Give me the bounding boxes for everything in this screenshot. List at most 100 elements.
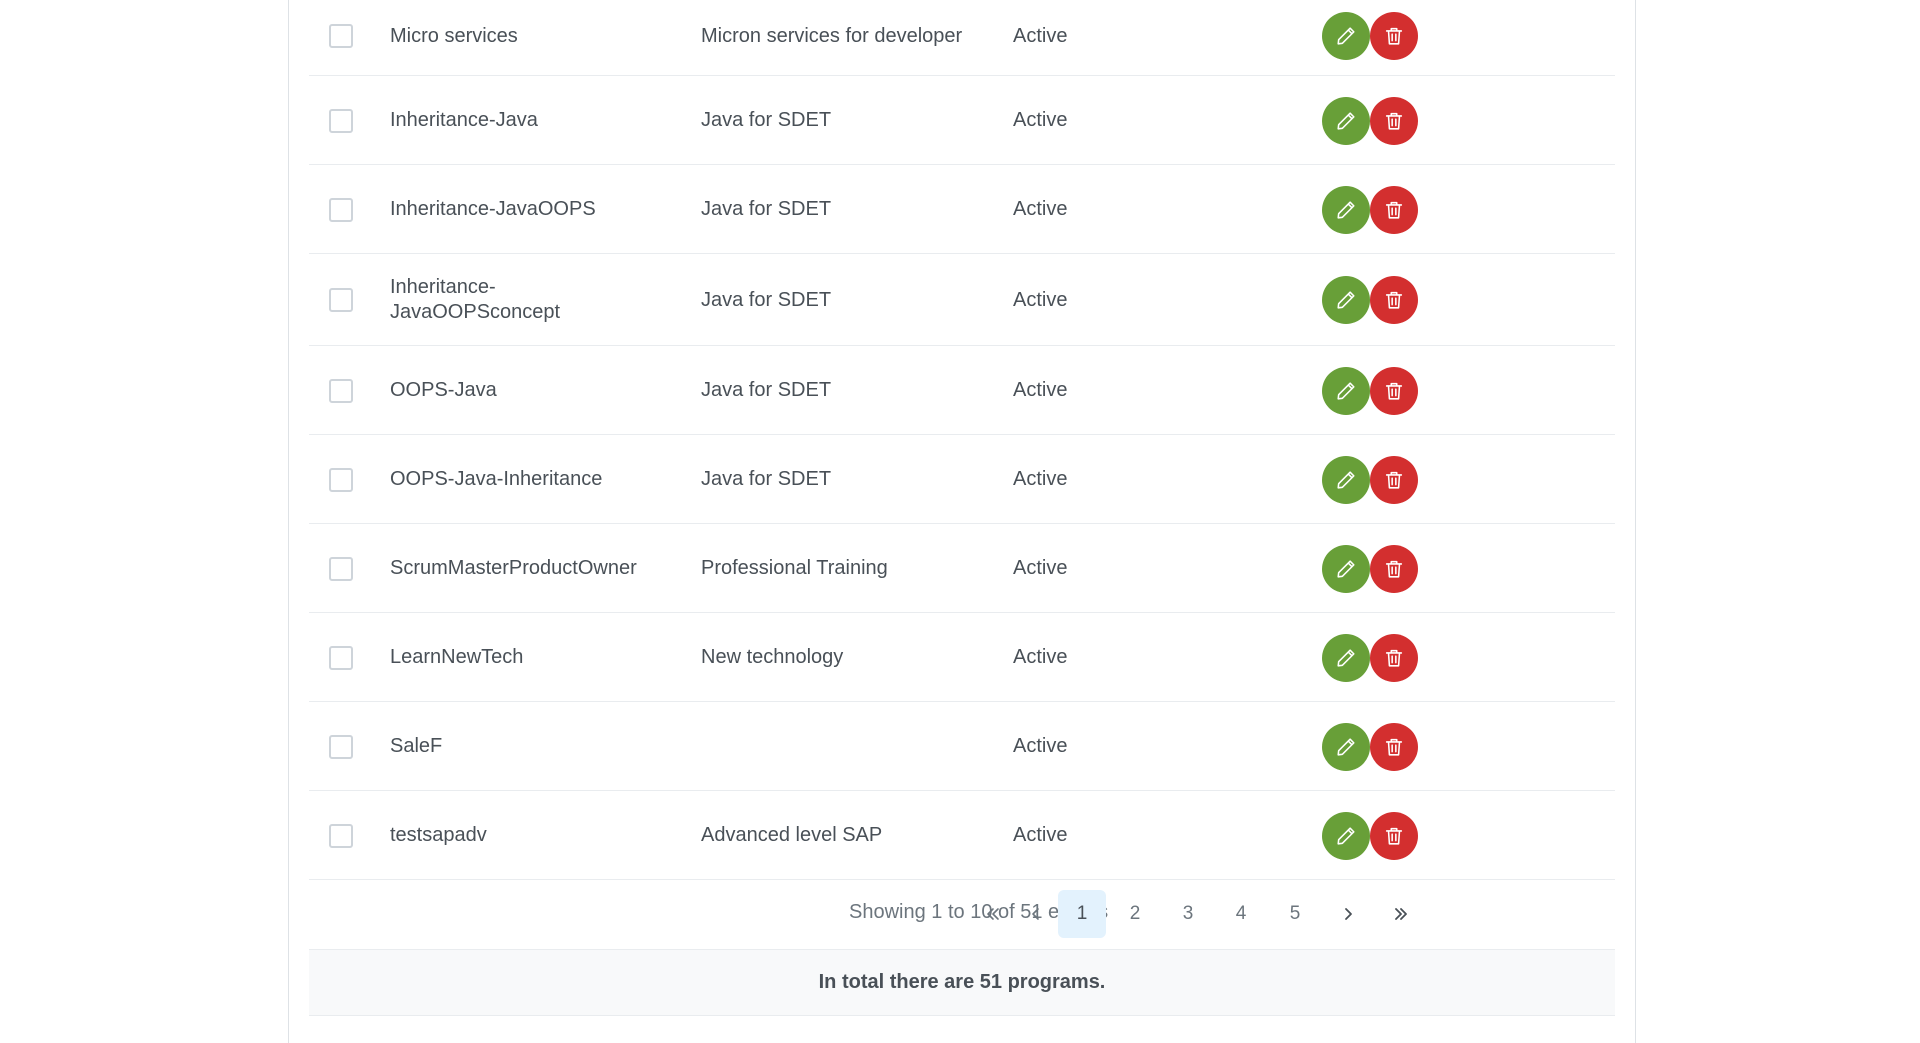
- program-status: Active: [1013, 109, 1068, 131]
- program-status: Active: [1013, 557, 1068, 579]
- row-checkbox[interactable]: [329, 197, 353, 222]
- edit-button[interactable]: [1322, 722, 1370, 771]
- trash-icon: [1385, 649, 1403, 667]
- edit-button[interactable]: [1322, 96, 1370, 145]
- first-page-button[interactable]: [969, 890, 1017, 938]
- page-button-4[interactable]: 4: [1217, 890, 1265, 938]
- edit-button[interactable]: [1322, 12, 1370, 60]
- program-name: testsapadv: [390, 824, 487, 846]
- program-name: Inheritance- JavaOOPSconcept: [390, 276, 561, 323]
- table-row: LearnNewTech New technology Active: [309, 613, 1615, 702]
- edit-button[interactable]: [1322, 811, 1370, 860]
- delete-button[interactable]: [1370, 96, 1418, 145]
- table-row: Inheritance-JavaOOPS Java for SDET Active: [309, 165, 1615, 254]
- delete-button[interactable]: [1370, 544, 1418, 593]
- table-row: ScrumMasterProductOwner Professional Trai…: [309, 524, 1615, 613]
- delete-button[interactable]: [1370, 12, 1418, 60]
- row-checkbox[interactable]: [329, 823, 353, 848]
- pencil-icon: [1337, 559, 1355, 578]
- program-description: Micron services for developer: [701, 24, 963, 47]
- chevrons-right-icon: [1395, 908, 1407, 920]
- program-description: Java for SDET: [701, 379, 832, 401]
- row-checkbox[interactable]: [329, 378, 353, 403]
- program-name: LearnNewTech: [390, 646, 524, 668]
- prev-page-button[interactable]: [1012, 890, 1060, 938]
- edit-button[interactable]: [1322, 276, 1370, 324]
- delete-button[interactable]: [1370, 811, 1418, 860]
- pencil-icon: [1337, 470, 1355, 489]
- table-row: OOPS-Java-Inheritance Java for SDET Active: [309, 435, 1615, 524]
- page-button-2[interactable]: 2: [1111, 890, 1159, 938]
- last-page-button[interactable]: [1377, 890, 1425, 938]
- program-name: Micro services: [390, 24, 518, 47]
- page-button-1[interactable]: 1: [1058, 890, 1106, 938]
- paginator: Showing 1 to 10 of 51 entries 1 2 3 4 5: [309, 878, 1615, 950]
- pencil-icon: [1337, 826, 1355, 845]
- program-description: Professional Training: [701, 557, 888, 579]
- trash-icon: [1385, 560, 1403, 578]
- next-page-button[interactable]: [1324, 890, 1372, 938]
- program-description: Java for SDET: [701, 198, 832, 220]
- pencil-icon: [1337, 200, 1355, 219]
- program-name: OOPS-Java-Inheritance: [390, 468, 603, 490]
- program-status: Active: [1013, 198, 1068, 220]
- chevrons-left-icon: [987, 908, 999, 920]
- program-status: Active: [1013, 646, 1068, 668]
- delete-button[interactable]: [1370, 722, 1418, 771]
- program-status: Active: [1013, 379, 1068, 401]
- edit-button[interactable]: [1322, 544, 1370, 593]
- trash-icon: [1385, 291, 1403, 309]
- delete-button[interactable]: [1370, 455, 1418, 504]
- program-description: New technology: [701, 646, 844, 668]
- trash-icon: [1385, 27, 1403, 45]
- pencil-icon: [1337, 381, 1355, 400]
- program-description: Java for SDET: [701, 468, 832, 490]
- program-name: Inheritance-JavaOOPS: [390, 198, 596, 220]
- row-checkbox[interactable]: [329, 734, 353, 759]
- program-description: Advanced level SAP: [701, 824, 883, 846]
- chevron-left-icon: [1032, 908, 1039, 920]
- delete-button[interactable]: [1370, 185, 1418, 234]
- total-programs-text: In total there are 51 programs.: [818, 971, 1106, 993]
- trash-icon: [1385, 827, 1403, 845]
- trash-icon: [1385, 382, 1403, 400]
- table-row: SaleF Active: [309, 702, 1615, 791]
- table-row: OOPS-Java Java for SDET Active: [309, 346, 1615, 435]
- trash-icon: [1385, 738, 1403, 756]
- program-status: Active: [1013, 824, 1068, 846]
- row-checkbox[interactable]: [329, 467, 353, 492]
- program-name: SaleF: [390, 735, 443, 757]
- row-checkbox[interactable]: [329, 645, 353, 670]
- row-checkbox[interactable]: [329, 108, 353, 133]
- edit-button[interactable]: [1322, 366, 1370, 415]
- edit-button[interactable]: [1322, 185, 1370, 234]
- page-button-3[interactable]: 3: [1164, 890, 1212, 938]
- program-status: Active: [1013, 468, 1068, 490]
- delete-button[interactable]: [1370, 633, 1418, 682]
- row-checkbox[interactable]: [329, 24, 353, 48]
- pencil-icon: [1337, 27, 1355, 45]
- row-checkbox[interactable]: [329, 556, 353, 581]
- program-status: Active: [1013, 24, 1068, 47]
- trash-icon: [1385, 471, 1403, 489]
- edit-button[interactable]: [1322, 455, 1370, 504]
- table-row: Inheritance- JavaOOPSconcept Java for SDE…: [309, 254, 1615, 346]
- delete-button[interactable]: [1370, 276, 1418, 324]
- table-row: Inheritance-Java Java for SDET Active: [309, 76, 1615, 165]
- pencil-icon: [1337, 291, 1355, 309]
- row-checkbox[interactable]: [329, 288, 353, 312]
- delete-button[interactable]: [1370, 366, 1418, 415]
- program-name: Inheritance-Java: [390, 109, 538, 131]
- trash-icon: [1385, 112, 1403, 130]
- program-name: OOPS-Java: [390, 379, 497, 401]
- program-status: Active: [1013, 735, 1068, 757]
- table-footer: In total there are 51 programs.: [309, 950, 1615, 1016]
- page-button-5[interactable]: 5: [1271, 890, 1319, 938]
- programs-card: Micro services Micron services for develo…: [288, 0, 1636, 1043]
- pencil-icon: [1337, 111, 1355, 130]
- table-row: Micro services Micron services for develo…: [309, 0, 1615, 76]
- table-row: testsapadv Advanced level SAP Active: [309, 791, 1615, 880]
- program-description: Java for SDET: [701, 288, 832, 311]
- edit-button[interactable]: [1322, 633, 1370, 682]
- pencil-icon: [1337, 648, 1355, 667]
